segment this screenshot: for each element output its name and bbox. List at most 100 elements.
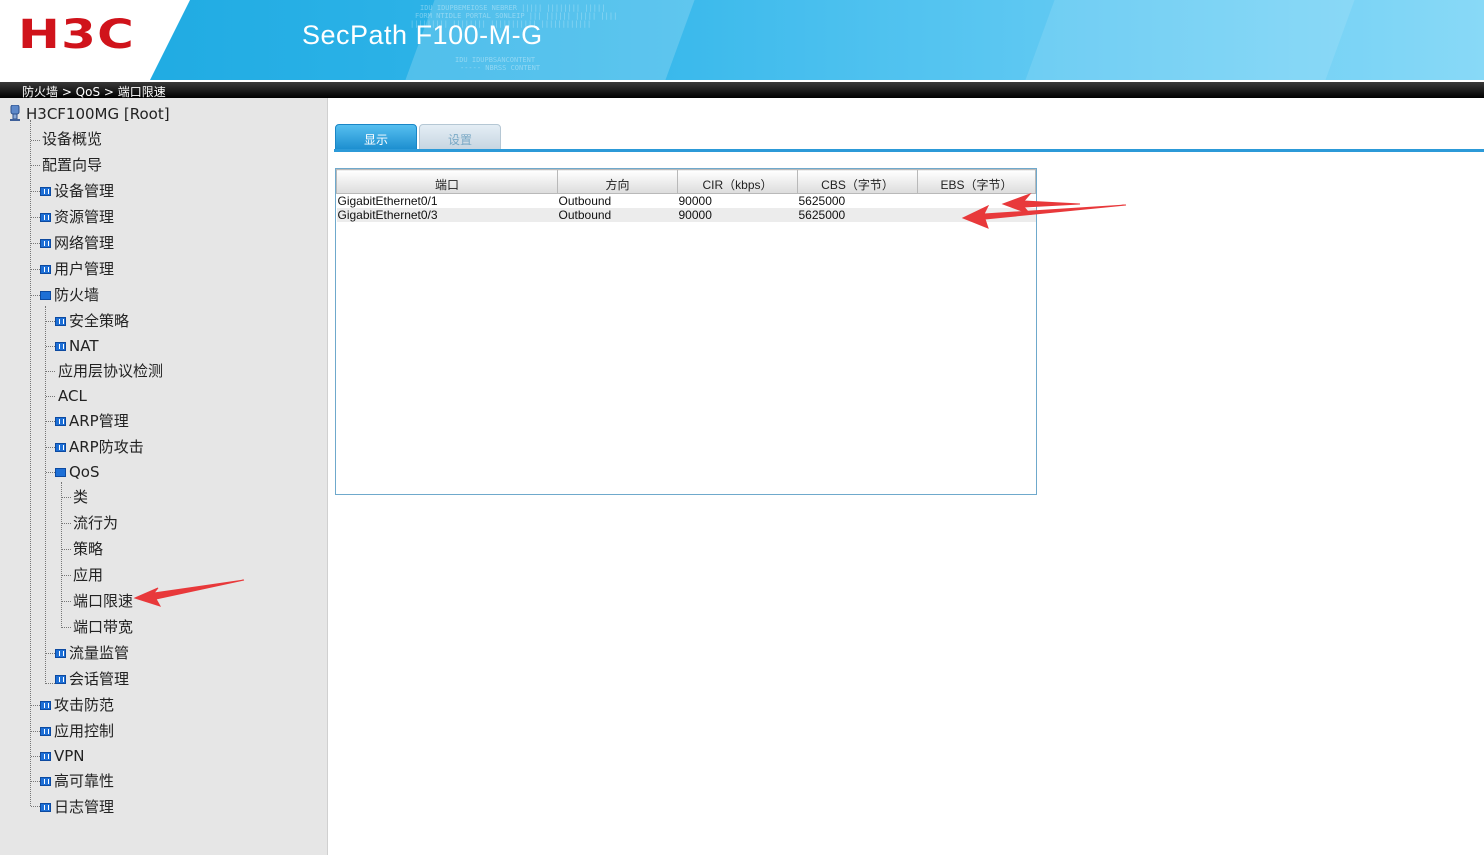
column-header-port[interactable]: 端口 [336, 169, 558, 194]
expand-icon[interactable] [55, 417, 66, 426]
breadcrumb-bar: 防火墙 > QoS > 端口限速 [0, 80, 1484, 99]
header-decoration: FORM NTIDLE PORTAL SONLEIP ||| |||||| ||… [415, 12, 618, 20]
header-banner: IDU IDUPBEMEIOSE NEBRER ||||| |||||||| |… [0, 0, 1484, 80]
sidebar-item-apply[interactable]: 应用 [73, 564, 103, 586]
tree-connector [31, 243, 40, 244]
cell-cbs: 5625000 [798, 194, 846, 208]
sidebar-item-label: 防火墙 [54, 286, 100, 304]
sidebar-item-log-mgmt[interactable]: 日志管理 [40, 796, 114, 818]
column-header-cir[interactable]: CIR（kbps） [677, 169, 798, 194]
tree-connector [31, 806, 40, 807]
sidebar-item-acl[interactable]: ACL [58, 385, 87, 407]
sidebar-item-session-mgmt[interactable]: 会话管理 [55, 668, 129, 690]
cell-ebs [917, 208, 1036, 222]
sidebar-item-alg[interactable]: 应用层协议检测 [58, 360, 163, 382]
sidebar-item-label: 配置向导 [42, 156, 103, 174]
tab-underline [334, 149, 1484, 152]
sidebar-item-resource-mgmt[interactable]: 资源管理 [40, 206, 114, 228]
tree-connector [31, 269, 40, 270]
navigation-tree: H3CF100MG [Root] 设备概览 配置向导 设备管理 资源管理 网络管… [0, 98, 328, 855]
tree-connector [31, 140, 40, 141]
tree-connector [46, 396, 55, 397]
expand-icon[interactable] [40, 213, 51, 222]
cell-port: GigabitEthernet0/1 [337, 194, 438, 208]
header-decoration: IDU IDUPBEMEIOSE NEBRER ||||| |||||||| |… [420, 4, 606, 12]
sidebar-item-port-rate-limit[interactable]: 端口限速 [73, 590, 133, 612]
sidebar-item-user-mgmt[interactable]: 用户管理 [40, 258, 114, 280]
sidebar-item-vpn[interactable]: VPN [40, 745, 85, 767]
sidebar-item-label: VPN [54, 747, 85, 765]
expand-icon[interactable] [40, 727, 51, 736]
expand-icon[interactable] [40, 265, 51, 274]
tree-connector [61, 482, 62, 628]
sidebar-item-label: NAT [69, 337, 99, 355]
cell-direction: Outbound [557, 208, 678, 222]
logo-panel: H3C [0, 0, 190, 80]
sidebar-item-label: 网络管理 [54, 234, 115, 252]
expand-icon[interactable] [40, 187, 51, 196]
tree-connector [62, 601, 71, 602]
collapse-icon[interactable] [40, 291, 51, 300]
column-header-cbs[interactable]: CBS（字节） [797, 169, 918, 194]
column-header-ebs[interactable]: EBS（字节） [917, 169, 1036, 194]
sidebar-item-arp-defense[interactable]: ARP防攻击 [55, 436, 144, 458]
sidebar-item-arp-mgmt[interactable]: ARP管理 [55, 410, 129, 432]
collapse-icon[interactable] [55, 468, 66, 477]
tree-connector [31, 731, 40, 732]
sidebar-item-label: 流量监管 [69, 644, 130, 662]
tree-connector [46, 371, 55, 372]
sidebar-item-traffic-policing[interactable]: 流量监管 [55, 642, 129, 664]
sidebar-item-network-mgmt[interactable]: 网络管理 [40, 232, 114, 254]
table-row[interactable]: GigabitEthernet0/1 Outbound 90000 562500… [337, 194, 1036, 209]
sidebar-item-high-availability[interactable]: 高可靠性 [40, 770, 114, 792]
sidebar-item-class[interactable]: 类 [73, 486, 88, 508]
tab-settings[interactable]: 设置 [419, 124, 501, 150]
sidebar-item-port-bandwidth[interactable]: 端口带宽 [73, 616, 133, 638]
tree-connector [31, 756, 40, 757]
header-decoration: IDU IDUPBSANCONTENT [455, 56, 536, 64]
column-header-direction[interactable]: 方向 [557, 169, 678, 194]
tree-connector [46, 346, 55, 347]
sidebar-item-overview[interactable]: 设备概览 [42, 128, 102, 150]
tree-root-label: H3CF100MG [Root] [26, 105, 170, 123]
sidebar-item-firewall[interactable]: 防火墙 [40, 284, 99, 306]
tree-connector [46, 683, 55, 684]
expand-icon[interactable] [55, 443, 66, 452]
tree-connector [62, 575, 71, 576]
sidebar-item-label: 用户管理 [54, 260, 115, 278]
sidebar-item-security-policy[interactable]: 安全策略 [55, 310, 129, 332]
sidebar-item-label: ARP管理 [69, 412, 129, 430]
tree-connector [31, 217, 40, 218]
expand-icon[interactable] [40, 701, 51, 710]
sidebar-item-behavior[interactable]: 流行为 [73, 512, 118, 534]
sidebar-item-label: ACL [58, 387, 87, 405]
sidebar-item-device-mgmt[interactable]: 设备管理 [40, 180, 114, 202]
expand-icon[interactable] [55, 675, 66, 684]
sidebar-item-wizard[interactable]: 配置向导 [42, 154, 102, 176]
sidebar-item-attack-defense[interactable]: 攻击防范 [40, 694, 114, 716]
expand-icon[interactable] [40, 777, 51, 786]
tree-connector [31, 191, 40, 192]
sidebar-item-label: 类 [73, 488, 89, 506]
sidebar-item-nat[interactable]: NAT [55, 335, 98, 357]
expand-icon[interactable] [40, 803, 51, 812]
expand-icon[interactable] [55, 342, 66, 351]
sidebar-item-policy[interactable]: 策略 [73, 538, 103, 560]
expand-icon[interactable] [55, 317, 66, 326]
expand-icon[interactable] [55, 649, 66, 658]
sidebar-item-qos[interactable]: QoS [55, 461, 100, 483]
sidebar-item-label: 资源管理 [54, 208, 115, 226]
sidebar-item-label: 策略 [73, 540, 104, 558]
tree-root[interactable]: H3CF100MG [Root] [10, 103, 170, 125]
sidebar-item-app-control[interactable]: 应用控制 [40, 720, 114, 742]
table-header-row: 端口 方向 CIR（kbps） CBS（字节） EBS（字节） [336, 169, 1036, 194]
header-decoration: ----- NBRSS CONTENT [460, 64, 541, 72]
expand-icon[interactable] [40, 752, 51, 761]
sidebar-item-label: 设备管理 [54, 182, 115, 200]
product-title: SecPath F100-M-G [302, 20, 543, 50]
cell-direction: Outbound [558, 194, 612, 208]
expand-icon[interactable] [40, 239, 51, 248]
table-row[interactable]: GigabitEthernet0/3 Outbound 90000 562500… [336, 208, 1036, 222]
tab-display[interactable]: 显示 [335, 124, 417, 150]
tree-connector [31, 781, 40, 782]
